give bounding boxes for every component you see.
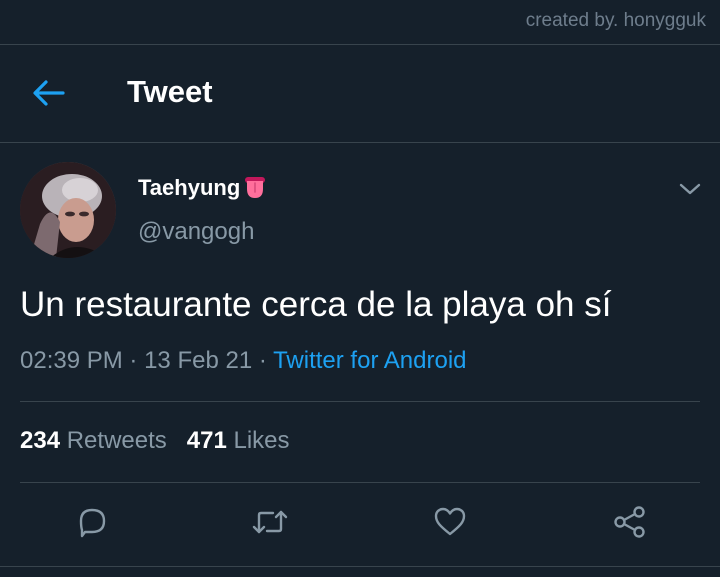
back-button[interactable] [30,78,66,108]
header-bottom-divider [0,142,720,143]
actions-bottom-divider [0,566,720,567]
arrow-left-icon [33,80,65,106]
stats-divider [20,482,700,483]
retweets-count: 234 [20,427,61,454]
tweet-meta: 02:39 PM · 13 Feb 21 · Twitter for Andro… [20,347,467,375]
author-name-row[interactable]: Taehyung [138,175,266,201]
retweet-button[interactable] [250,504,290,540]
page-title: Tweet [127,74,213,109]
meta-separator: · [129,347,138,374]
tweet-stats: 234 Retweets 471 Likes [20,427,290,455]
tweet-time: 02:39 PM [20,347,123,374]
header-bar: Tweet [0,44,720,142]
chevron-down-icon [679,183,701,195]
avatar[interactable] [20,162,116,258]
retweets-label: Retweets [66,427,167,454]
tweet-text: Un restaurante cerca de la playa oh sí [20,285,612,324]
tweet-source-link[interactable]: Twitter for Android [273,347,466,374]
meta-separator: · [258,347,267,374]
retweets-stat[interactable]: 234 Retweets [20,427,167,454]
retweet-icon [252,510,288,534]
reply-icon [79,508,106,538]
watermark-text: created by. honygguk [525,10,706,31]
avatar-image [20,162,116,258]
reply-button[interactable] [71,504,111,540]
tongue-emoji-icon [245,177,266,198]
display-name: Taehyung [138,175,241,200]
likes-stat[interactable]: 471 Likes [187,427,290,454]
tweet-menu-button[interactable] [678,180,702,198]
likes-label: Likes [233,427,290,454]
share-button[interactable] [610,504,650,540]
likes-count: 471 [186,427,227,454]
meta-divider [20,401,700,402]
share-icon [614,506,645,538]
like-button[interactable] [430,504,470,540]
tweet-date: 13 Feb 21 [144,347,253,374]
like-icon [434,507,466,536]
user-handle[interactable]: @vangogh [138,218,254,246]
